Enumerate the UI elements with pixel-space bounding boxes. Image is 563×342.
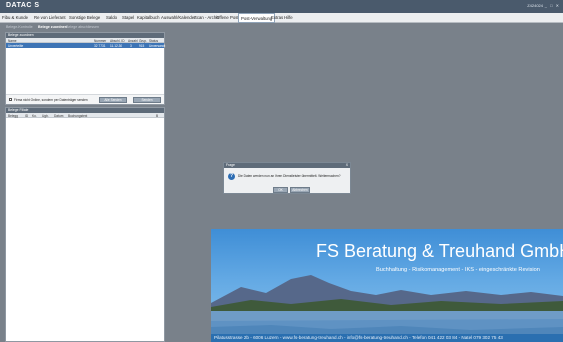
- window-id: Z424024: [527, 3, 543, 8]
- col-abschl-id[interactable]: Abschl. ID: [110, 39, 125, 43]
- menu-extras[interactable]: Extras: [271, 15, 283, 20]
- company-name: FS Beratung & Treuhand GmbH: [316, 241, 563, 261]
- menu-stapel[interactable]: Stapel: [122, 15, 134, 20]
- lake-mountain-image: [211, 275, 563, 339]
- col-datum[interactable]: Datum: [54, 114, 63, 118]
- title-bar: DATAC S Z424024 _ □ ✕: [0, 0, 563, 13]
- tab-belege-abschliessen[interactable]: Belege abschliessen: [66, 25, 99, 29]
- menu-re-lieferant[interactable]: Re von Lieferant: [34, 15, 66, 20]
- menu-sonstige-belege[interactable]: Sonstige Belege: [69, 15, 100, 20]
- tab-belege-kontrolle[interactable]: Belege-Kontrolle: [6, 25, 33, 29]
- alle-senden-button[interactable]: Alle Senden: [99, 97, 127, 103]
- belege-filiale-panel: Belege Filiale Belegg ID Ko. Ugb. Datum …: [5, 107, 165, 342]
- col-nummer[interactable]: Nummer: [94, 39, 106, 43]
- col-name[interactable]: Name: [8, 39, 17, 43]
- dialog-message: Die Daten werden nun an Ihren Dienstleis…: [238, 174, 341, 178]
- cell-name: Unverteilte: [8, 43, 24, 48]
- cell-status: Unversandt: [149, 43, 166, 48]
- col-anzahl[interactable]: Anzahl: [128, 39, 138, 43]
- panel-footer: Firma nicht Online, sondern per Datenträ…: [6, 94, 164, 104]
- tab-belege-zuordnen[interactable]: Belege zuordnen: [38, 25, 67, 29]
- menu-post-verwaltung[interactable]: Post-Verwaltung: [238, 13, 276, 23]
- menu-kapitalbuch[interactable]: Kapitalbuch: [137, 15, 159, 20]
- table-header: Belegg ID Ko. Ugb. Datum Buchungstext B: [6, 113, 164, 118]
- app-brand: DATAC S: [6, 2, 40, 9]
- col-buchungstext[interactable]: Buchungstext: [68, 114, 87, 118]
- question-icon: ?: [228, 173, 235, 180]
- cell-abschl-id: 11.12.30: [110, 43, 123, 48]
- checkbox-label: Firma nicht Online, sondern per Datenträ…: [14, 98, 88, 102]
- belege-zuordnen-panel: Belege zuordnen Name Nummer Abschl. ID A…: [5, 32, 165, 105]
- col-b[interactable]: B: [156, 114, 158, 118]
- services-tagline: Buchhaltung - Risikomanagement - IKS - e…: [376, 267, 540, 273]
- cell-grup: 915: [139, 43, 145, 48]
- menu-hilfe[interactable]: Hilfe: [284, 15, 293, 20]
- close-icon[interactable]: X: [346, 163, 348, 168]
- dialog-title: Frage: [226, 163, 235, 167]
- website-background: FS Beratung & Treuhand GmbH Buchhaltung …: [211, 229, 563, 342]
- senden-button[interactable]: Senden: [133, 97, 161, 103]
- question-dialog: Frage X ? Die Daten werden nun an Ihren …: [223, 162, 351, 194]
- menu-saldo[interactable]: Saldo: [106, 15, 117, 20]
- cancel-button[interactable]: Abbrechen: [290, 187, 310, 193]
- datentraeger-checkbox[interactable]: [9, 98, 12, 101]
- col-ugb[interactable]: Ugb.: [42, 114, 49, 118]
- window-controls[interactable]: _ □ ✕: [545, 3, 560, 8]
- menu-fibu-kunde[interactable]: Fibu & Kunde: [2, 15, 28, 20]
- cell-anzahl: 3: [130, 43, 132, 48]
- menu-bar: Fibu & Kunde Re von Lieferant Sonstige B…: [0, 13, 563, 23]
- tab-bar: Belege-Kontrolle Belege zuordnen Belege …: [0, 23, 563, 31]
- dialog-title-bar: Frage X: [224, 163, 350, 168]
- col-id[interactable]: ID: [25, 114, 28, 118]
- menu-auswahl-kalender[interactable]: Auswahl/Kalender: [161, 15, 196, 20]
- website-footer: Pilatusstrasse 2b - 6006 Luzern - www.fs…: [211, 334, 563, 342]
- table-row[interactable]: Unverteilte 32 7731 11.12.30 3 915 Unver…: [6, 43, 166, 48]
- cell-nummer: 32 7731: [94, 43, 106, 48]
- col-grup[interactable]: Grup.: [139, 39, 147, 43]
- col-belegg[interactable]: Belegg: [8, 114, 18, 118]
- col-status[interactable]: Status: [149, 39, 158, 43]
- ok-button[interactable]: OK: [273, 187, 288, 193]
- col-ko[interactable]: Ko.: [32, 114, 37, 118]
